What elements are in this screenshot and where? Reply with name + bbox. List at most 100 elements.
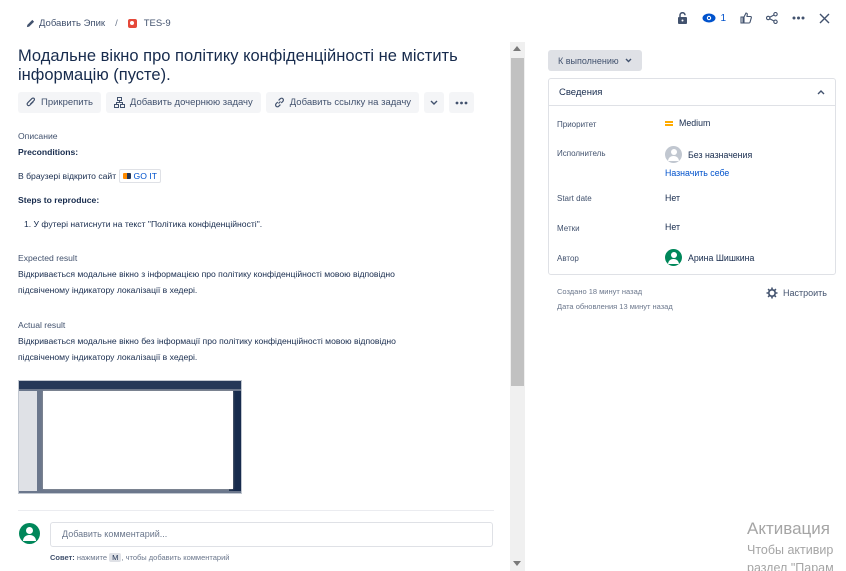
lock-icon <box>678 12 688 24</box>
issue-title[interactable]: Модальне вікно про політику конфіденційн… <box>18 47 498 85</box>
steps-heading: Steps to reproduce: <box>18 195 100 205</box>
more-icon <box>792 16 805 20</box>
gear-icon <box>766 287 778 299</box>
configure-label: Настроить <box>783 288 827 298</box>
created-date: Создано 18 минут назад <box>557 287 643 296</box>
attach-button[interactable]: Прикрепить <box>18 92 101 113</box>
activation-watermark-line: раздел "Парам <box>747 561 834 571</box>
site-link-chip[interactable]: GO IT <box>118 169 161 183</box>
more-icon <box>455 101 468 104</box>
assign-to-me-link[interactable]: Назначить себе <box>665 168 729 178</box>
start-date-label: Start date <box>557 194 592 203</box>
priority-medium-icon <box>665 120 673 126</box>
labels-label: Метки <box>557 224 580 233</box>
thumbnail-browser-bar <box>19 381 241 389</box>
site-favicon-icon <box>122 173 131 179</box>
assignee-field[interactable]: Без назначения <box>665 146 752 163</box>
current-user-avatar <box>19 523 40 544</box>
link-issue-label: Добавить ссылку на задачу <box>289 97 412 108</box>
watch-count: 1 <box>720 12 726 24</box>
add-epic-label: Добавить Эпик <box>39 17 106 29</box>
chevron-down-icon <box>430 100 438 105</box>
like-button[interactable] <box>740 12 752 24</box>
preconditions-text: В браузері відкрито сайт <box>18 171 117 181</box>
comments-divider <box>18 510 494 511</box>
activation-watermark-title: Активация <box>747 519 830 538</box>
bug-icon <box>127 18 137 28</box>
description-label: Описание <box>18 131 58 141</box>
details-header[interactable]: Сведения <box>549 79 835 106</box>
details-panel: Сведения Приоритет Medium Исполнитель Бе… <box>548 78 836 275</box>
tip-label: Совет: <box>50 553 75 562</box>
expected-line-2: підсвіченому індикатору локалізації в хе… <box>18 285 198 295</box>
reporter-label: Автор <box>557 254 579 263</box>
thumbs-up-icon <box>740 12 752 24</box>
close-icon <box>819 13 830 23</box>
thumbnail-page <box>19 391 37 491</box>
priority-value: Medium <box>679 118 711 128</box>
hierarchy-icon <box>113 97 125 108</box>
reporter-avatar-icon <box>665 249 682 266</box>
activation-watermark-line: Чтобы активир <box>747 543 834 557</box>
scrollbar-thumb[interactable] <box>511 58 524 386</box>
pencil-icon <box>26 19 35 28</box>
actual-heading: Actual result <box>18 320 66 330</box>
link-dropdown-button[interactable] <box>424 92 445 113</box>
paperclip-icon <box>26 97 36 107</box>
assignee-label: Исполнитель <box>557 149 606 158</box>
actual-line-1: Відкривається модальне вікно без інформа… <box>18 336 396 346</box>
expected-heading: Expected result <box>18 253 78 263</box>
attachment-thumbnail[interactable] <box>18 380 242 494</box>
site-link-label: GO IT <box>133 171 157 181</box>
expected-line-1: Відкривається модальне вікно з інформаці… <box>18 269 395 279</box>
priority-label: Приоритет <box>557 120 597 129</box>
breadcrumb-separator: / <box>115 17 118 29</box>
tip-after: , чтобы добавить комментарий <box>121 553 230 562</box>
priority-field[interactable]: Medium <box>665 118 710 128</box>
description[interactable]: Описание Preconditions: В браузері відкр… <box>18 128 488 365</box>
reporter-value: Арина Шишкина <box>688 252 755 263</box>
labels-value[interactable]: Нет <box>665 222 680 232</box>
attach-label: Прикрепить <box>41 97 93 108</box>
scroll-up-arrow[interactable] <box>513 46 521 51</box>
comment-tip: Совет: нажмите M, чтобы добавить коммент… <box>50 553 229 562</box>
issue-toolbar: Прикрепить Добавить дочернюю задачу Доба… <box>18 92 475 113</box>
add-child-issue-label: Добавить дочернюю задачу <box>129 97 253 108</box>
add-epic-link[interactable]: Добавить Эпик <box>26 18 105 29</box>
status-label: К выполнению <box>558 55 619 66</box>
chevron-up-icon <box>817 89 825 94</box>
breadcrumb: Добавить Эпик / TES-9 <box>26 16 171 30</box>
more-actions-button[interactable] <box>792 16 805 20</box>
details-heading: Сведения <box>559 86 603 98</box>
scroll-down-arrow[interactable] <box>513 561 521 566</box>
add-child-issue-button[interactable]: Добавить дочернюю задачу <box>105 92 261 113</box>
more-toolbar-button[interactable] <box>449 92 475 113</box>
eye-icon <box>702 13 716 23</box>
assignee-value: Без назначения <box>688 149 753 160</box>
watch-button[interactable]: 1 <box>702 13 726 24</box>
configure-button[interactable]: Настроить <box>766 287 827 299</box>
reporter-field[interactable]: Арина Шишкина <box>665 249 754 266</box>
updated-date: Дата обновления 13 минут назад <box>557 302 673 311</box>
unassigned-avatar-icon <box>665 146 682 163</box>
close-button[interactable] <box>819 13 830 24</box>
chevron-down-icon <box>625 58 632 63</box>
lock-button[interactable] <box>677 12 688 24</box>
tip-before: нажмите <box>76 553 108 562</box>
link-issue-button[interactable]: Добавить ссылку на задачу <box>265 92 420 113</box>
comment-input[interactable]: Добавить комментарий... <box>50 522 493 547</box>
link-icon <box>274 97 284 108</box>
thumbnail-modal <box>43 391 233 489</box>
shortcut-key: M <box>109 553 122 562</box>
issue-actions: 1 <box>677 12 830 24</box>
issue-key: TES-9 <box>143 17 171 29</box>
share-button[interactable] <box>766 12 778 24</box>
actual-line-2: підсвіченому індикатору локалізації в хе… <box>18 352 198 362</box>
issue-key-link[interactable]: TES-9 <box>127 17 171 29</box>
preconditions-line: В браузері відкрито сайт GO IT <box>18 168 488 184</box>
status-dropdown[interactable]: К выполнению <box>548 50 642 71</box>
preconditions-heading: Preconditions: <box>18 147 79 157</box>
start-date-value[interactable]: Нет <box>665 193 680 203</box>
share-icon <box>766 12 778 24</box>
step-item: 1. У футері натиснути на текст "Політика… <box>24 219 263 229</box>
